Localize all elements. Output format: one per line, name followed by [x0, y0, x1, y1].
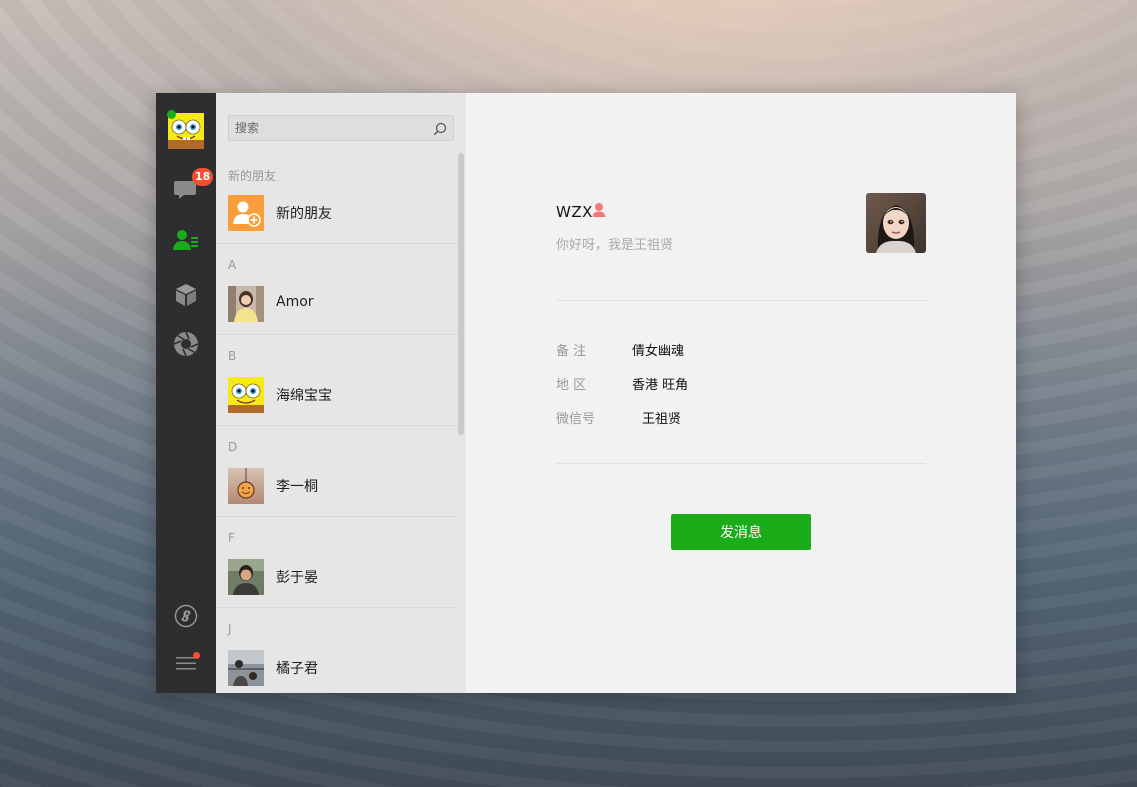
group-header: 新的朋友	[228, 169, 277, 183]
nav-favorites[interactable]	[156, 279, 216, 311]
contact-item[interactable]: 橘子君	[216, 640, 458, 693]
field-value-wechat-id: 王祖贤	[642, 412, 682, 427]
nav-menu[interactable]	[156, 647, 216, 679]
divider	[216, 425, 458, 426]
contact-name: Amor	[276, 294, 314, 310]
send-message-button[interactable]: 发消息	[671, 514, 811, 550]
divider	[556, 300, 926, 301]
group-header: D	[228, 440, 238, 454]
group-header: A	[228, 258, 237, 272]
contact-avatar	[228, 286, 264, 322]
contact-name: 橘子君	[276, 661, 318, 677]
unread-badge: 18	[192, 168, 214, 186]
contact-item[interactable]: Amor	[216, 276, 458, 332]
nav-chat[interactable]: 18	[156, 168, 216, 206]
contact-name: 李一桐	[276, 479, 318, 495]
contacts-icon	[173, 230, 198, 250]
contact-item[interactable]: 李一桐	[216, 458, 458, 514]
field-value-remark: 倩女幽魂	[632, 344, 685, 359]
female-icon	[592, 202, 606, 222]
contact-list-panel: 新的朋友 新的朋友 A	[216, 93, 466, 693]
field-label-region: 地 区	[556, 378, 587, 393]
divider	[216, 334, 458, 335]
menu-notification-dot	[193, 652, 200, 659]
search-box[interactable]	[228, 115, 454, 141]
divider	[216, 516, 458, 517]
list-scrollbar[interactable]	[458, 153, 464, 435]
detail-name: WZX	[556, 203, 593, 221]
search-input[interactable]	[235, 121, 425, 135]
contact-avatar	[228, 468, 264, 504]
contact-name: 海绵宝宝	[276, 388, 332, 404]
nav-contacts[interactable]	[156, 224, 216, 256]
field-label-remark: 备 注	[556, 344, 587, 359]
search-icon[interactable]	[433, 121, 447, 140]
contact-name: 彭于晏	[276, 570, 318, 586]
detail-avatar[interactable]	[866, 193, 926, 253]
group-header: J	[228, 622, 232, 636]
contact-detail-panel: WZX 你好呀，我是王祖贤 备 注 倩女幽魂 地 区 香港 旺角 微信号 王祖贤…	[466, 93, 1016, 693]
divider	[216, 243, 458, 244]
contact-item[interactable]: 彭于晏	[216, 549, 458, 605]
new-friends-icon	[228, 195, 264, 231]
field-label-wechat-id: 微信号	[556, 412, 596, 427]
contact-item-new-friends[interactable]: 新的朋友	[216, 185, 458, 241]
wechat-window: 18 搜索 新的朋友 新的朋友 A Amor B 海绵宝宝 D 李一桐 F 彭于…	[156, 93, 1016, 693]
field-value-region: 香港 旺角	[632, 378, 689, 393]
favorites-icon	[176, 284, 196, 306]
group-header: F	[228, 531, 235, 545]
contact-avatar	[228, 559, 264, 595]
group-header: B	[228, 349, 237, 363]
miniprogram-icon	[174, 604, 198, 628]
contact-item[interactable]: 海绵宝宝	[216, 367, 458, 423]
nav-sidebar: 18	[156, 93, 216, 693]
online-status-dot	[167, 110, 176, 119]
contact-name: 新的朋友	[276, 206, 332, 222]
nav-moments[interactable]	[156, 328, 216, 360]
moments-icon	[173, 331, 199, 357]
divider	[556, 463, 926, 464]
detail-signature: 你好呀，我是王祖贤	[556, 238, 674, 253]
contact-avatar	[228, 650, 264, 686]
nav-miniprogram[interactable]	[156, 600, 216, 632]
divider	[216, 607, 458, 608]
contact-avatar	[228, 377, 264, 413]
